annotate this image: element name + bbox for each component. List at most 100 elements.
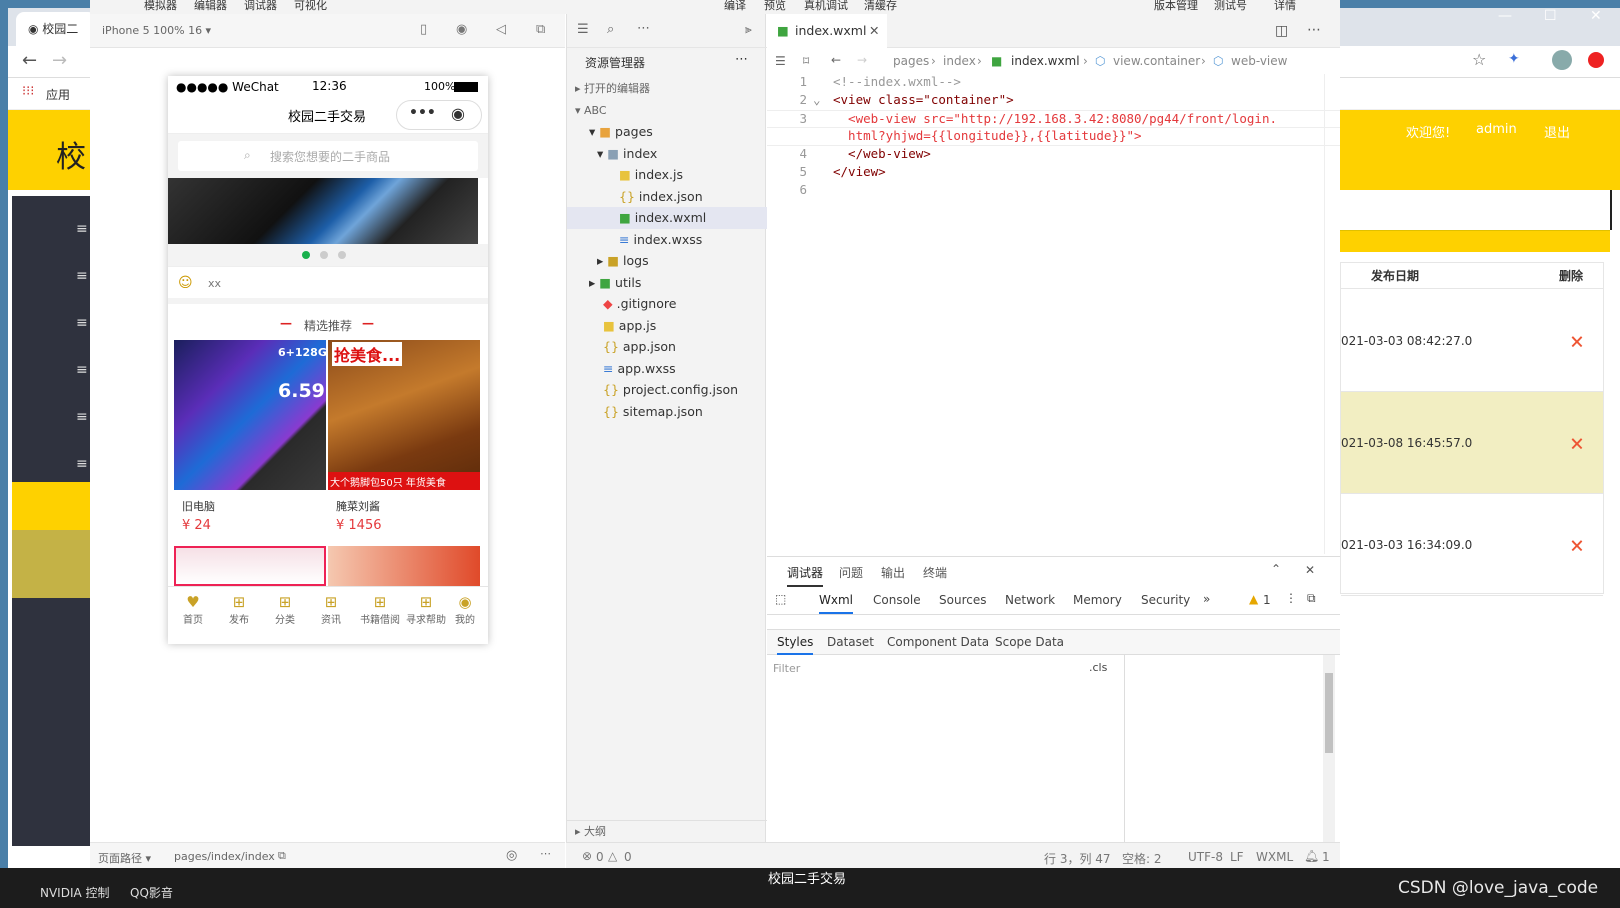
menu-details[interactable]: 详情 [1274, 0, 1296, 13]
open-editors-section[interactable]: ▸ 打开的编辑器 [567, 78, 767, 100]
language-mode[interactable]: WXML [1256, 850, 1293, 864]
devtools-tab-wxml[interactable]: Wxml [819, 593, 853, 614]
chevron-up-icon[interactable]: ⌃ [1271, 562, 1281, 576]
kebab-menu-icon[interactable]: ⋮ [1285, 591, 1297, 605]
delete-icon[interactable]: 🗙 [1551, 494, 1603, 596]
tree-file[interactable]: ≡ index.wxss [567, 229, 767, 251]
tree-folder-logs[interactable]: ▸ ■ logs [567, 250, 767, 272]
menu-visual[interactable]: 可视化 [294, 0, 327, 13]
close-mini-program-icon[interactable]: ◉ [451, 104, 465, 123]
undock-icon[interactable]: ⧉ [1307, 591, 1316, 606]
carousel-dot[interactable] [338, 251, 346, 259]
menu-clear-cache[interactable]: 清缓存 [864, 0, 897, 13]
product-card[interactable]: 6+128G 6.59 旧电脑 ¥ 24 [174, 340, 327, 540]
taskbar-item[interactable]: NVIDIA 控制 [40, 884, 110, 901]
tab-publish[interactable]: ⊞ 发布 [224, 593, 254, 626]
tree-file[interactable]: ■ index.js [567, 164, 767, 186]
indent-setting[interactable]: 空格: 2 [1122, 850, 1162, 867]
list-icon[interactable]: ☰ [577, 22, 589, 37]
bell-icon[interactable]: 🔔︎ [1304, 849, 1319, 863]
notice-bar[interactable]: ☺ xx [168, 266, 488, 304]
outline-section[interactable]: ▸ 大纲 [567, 820, 767, 842]
volume-icon[interactable]: ◁ [496, 23, 506, 36]
tab-mine[interactable]: ◉ 我的 [450, 593, 480, 626]
browser-tab[interactable]: ◉ 校园二 [16, 12, 96, 46]
sub-tab-dataset[interactable]: Dataset [827, 635, 874, 649]
sub-tab-component-data[interactable]: Component Data [887, 635, 989, 649]
outline-list-icon[interactable]: ☰ [775, 54, 786, 68]
apps-grid-icon[interactable]: ⁝⁝⁝ [22, 85, 34, 98]
tree-file[interactable]: ◆ .gitignore [567, 293, 767, 315]
menu-test-account[interactable]: 测试号 [1214, 0, 1247, 13]
panel-tab-output[interactable]: 输出 [881, 564, 905, 581]
tab-help[interactable]: ⊞ 寻求帮助 [404, 593, 448, 626]
editor-scrollbar[interactable] [1324, 74, 1338, 554]
menu-version[interactable]: 版本管理 [1154, 0, 1198, 13]
taskbar-item[interactable]: QQ影音 [130, 884, 173, 901]
filter-input[interactable]: Filter [771, 659, 1071, 679]
tree-folder-pages[interactable]: ▾ ■ pages [567, 121, 767, 143]
product-card-partial[interactable] [174, 546, 326, 586]
popout-icon[interactable]: ⧉ [536, 23, 545, 36]
menu-simulator[interactable]: 模拟器 [144, 0, 177, 13]
tab-category[interactable]: ⊞ 分类 [270, 593, 300, 626]
tree-file[interactable]: {} sitemap.json [567, 401, 767, 423]
cls-toggle[interactable]: .cls [1089, 661, 1107, 674]
breadcrumb-item[interactable]: index [943, 54, 976, 68]
sub-tab-styles[interactable]: Styles [777, 635, 814, 655]
maximize-icon[interactable]: ☐ [1544, 8, 1557, 24]
devtools-tab-console[interactable]: Console [873, 593, 921, 607]
page-path-select[interactable]: 页面路径 ▾ [98, 850, 151, 866]
more-icon[interactable]: ⋯ [540, 847, 551, 860]
breadcrumb-item[interactable]: view.container [1113, 54, 1200, 68]
encoding[interactable]: UTF-8 [1188, 850, 1223, 864]
minimize-icon[interactable]: — [1498, 8, 1512, 24]
user-name-link[interactable]: admin [1476, 122, 1517, 137]
devtools-tab-network[interactable]: Network [1005, 593, 1055, 607]
tree-file[interactable]: {} index.json [567, 186, 767, 208]
tree-folder-index[interactable]: ▾ ■ index [567, 143, 767, 165]
devtools-tab-sources[interactable]: Sources [939, 593, 986, 607]
capsule-menu[interactable]: ••• ◉ [396, 100, 482, 130]
menu-editor[interactable]: 编辑器 [194, 0, 227, 13]
menu-debugger[interactable]: 调试器 [244, 0, 277, 13]
eye-icon[interactable]: ◎ [506, 848, 517, 863]
update-badge-icon[interactable] [1588, 52, 1604, 68]
back-arrow-icon[interactable]: ← [22, 52, 37, 70]
code-editor[interactable]: 1 <!--index.wxml--> 2 ⌄ <view class="contai… [767, 74, 1340, 556]
product-card-partial[interactable] [328, 546, 480, 586]
nav-back-icon[interactable]: ← [831, 53, 841, 67]
breadcrumb-item[interactable]: pages [893, 54, 929, 68]
bookmark-star-icon[interactable]: ☆ [1472, 52, 1486, 68]
split-editor-icon[interactable]: ◫ [1275, 23, 1288, 39]
logout-link[interactable]: 退出 [1544, 122, 1570, 141]
tree-file[interactable]: ≡ app.wxss [567, 358, 767, 380]
device-select[interactable]: iPhone 5 100% 16 ▾ [102, 24, 211, 37]
search-input[interactable]: ⌕ 搜索您想要的二手商品 [178, 141, 478, 171]
breadcrumb-item[interactable]: web-view [1231, 54, 1287, 68]
tree-folder-utils[interactable]: ▸ ■ utils [567, 272, 767, 294]
editor-more-icon[interactable]: ⋯ [1307, 22, 1321, 38]
close-tab-icon[interactable]: ✕ [869, 23, 879, 38]
more-tabs-icon[interactable]: » [1203, 592, 1210, 606]
copy-icon[interactable]: ⧉ [278, 849, 286, 863]
menu-real-device[interactable]: 真机调试 [804, 0, 848, 13]
tab-books[interactable]: ⊞ 书籍借阅 [358, 593, 402, 626]
sidebar-active-item[interactable] [12, 482, 92, 530]
warning-icon[interactable]: ▲ [1249, 592, 1258, 606]
panel-tab-terminal[interactable]: 终端 [923, 564, 947, 581]
product-card[interactable]: 抢美食... 大个鹅脚包50只 年货美食 腌菜刘酱 ¥ 1456 [328, 340, 480, 540]
devtools-tab-memory[interactable]: Memory [1073, 593, 1122, 607]
tree-file-selected[interactable]: ■ index.wxml [567, 207, 767, 229]
close-window-icon[interactable]: ✕ [1590, 8, 1602, 24]
tree-file[interactable]: ■ app.js [567, 315, 767, 337]
sub-tab-scope-data[interactable]: Scope Data [995, 635, 1064, 649]
forward-arrow-icon[interactable]: → [52, 52, 67, 70]
bookmark-apps[interactable]: 应用 [46, 86, 70, 103]
profile-avatar[interactable] [1552, 50, 1572, 70]
tree-file[interactable]: {} project.config.json [567, 379, 767, 401]
devtools-tab-security[interactable]: Security [1141, 593, 1190, 607]
menu-preview[interactable]: 预览 [764, 0, 786, 13]
nav-forward-icon[interactable]: → [857, 53, 867, 67]
delete-icon[interactable]: 🗙 [1551, 392, 1603, 494]
